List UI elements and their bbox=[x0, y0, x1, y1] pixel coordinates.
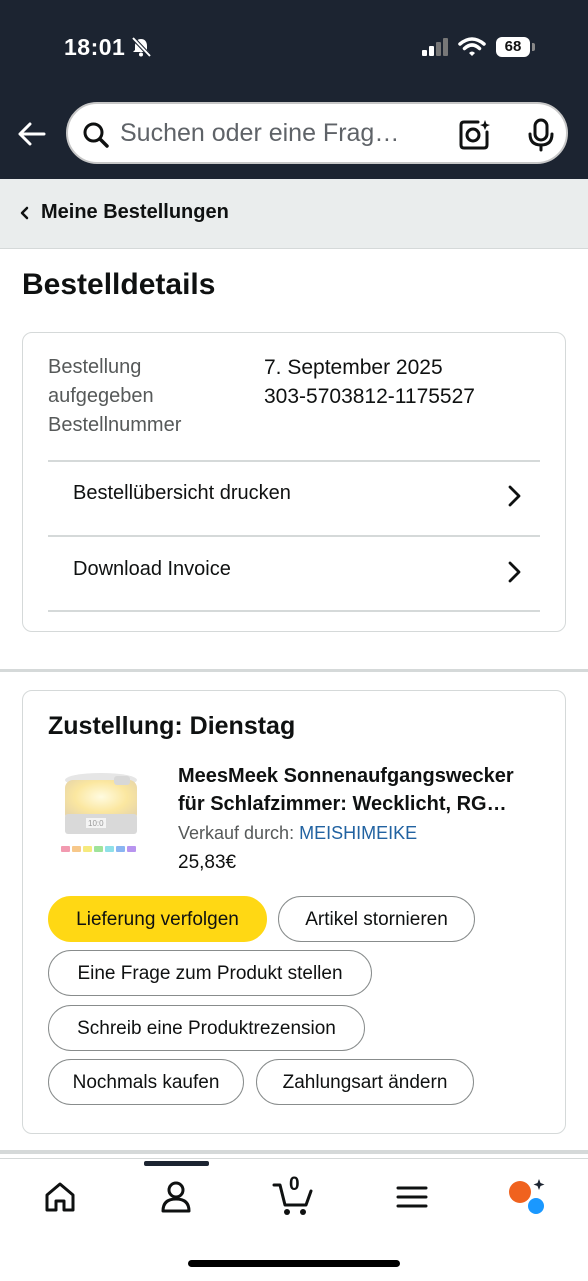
order-placed-label-2: aufgegeben bbox=[48, 385, 154, 407]
print-summary-label: Bestellübersicht drucken bbox=[73, 482, 291, 504]
chevron-left-icon bbox=[20, 206, 29, 220]
active-tab-indicator bbox=[144, 1161, 209, 1166]
battery-tip bbox=[532, 43, 535, 51]
wifi-icon bbox=[458, 37, 486, 56]
menu-icon[interactable] bbox=[392, 1177, 432, 1217]
cancel-item-button[interactable]: Artikel stornieren bbox=[278, 896, 475, 942]
chevron-right-icon bbox=[508, 485, 521, 507]
silent-bell-icon bbox=[131, 36, 152, 58]
product-title[interactable]: MeesMeek Sonnenaufgangswecker für Schlaf… bbox=[178, 762, 548, 818]
download-invoice-label: Download Invoice bbox=[73, 558, 231, 580]
product-title-line-1: MeesMeek Sonnenaufgangswecker bbox=[178, 765, 514, 787]
microphone-icon[interactable] bbox=[526, 118, 556, 152]
download-invoice-link[interactable]: Download Invoice bbox=[48, 536, 540, 608]
order-number-label: Bestellnummer bbox=[48, 414, 182, 436]
seller-info: Verkauf durch: MEISHIMEIKE bbox=[178, 823, 417, 844]
search-bar[interactable]: Suchen oder eine Frag… bbox=[66, 102, 568, 164]
section-divider bbox=[0, 1150, 588, 1154]
status-time: 18:01 bbox=[64, 34, 126, 60]
svg-text:10:0: 10:0 bbox=[88, 819, 104, 828]
search-input[interactable]: Suchen oder eine Frag… bbox=[120, 104, 440, 162]
account-icon[interactable] bbox=[156, 1177, 196, 1217]
signal-icon bbox=[422, 38, 448, 56]
product-price: 25,83€ bbox=[178, 852, 237, 873]
seller-prefix: Verkauf durch: bbox=[178, 823, 300, 843]
ask-question-button[interactable]: Eine Frage zum Produkt stellen bbox=[48, 950, 372, 996]
chevron-right-icon bbox=[508, 561, 521, 583]
change-payment-button[interactable]: Zahlungsart ändern bbox=[256, 1059, 474, 1105]
print-summary-link[interactable]: Bestellübersicht drucken bbox=[48, 460, 540, 532]
product-title-line-2: für Schlafzimmer: Wecklicht, RG… bbox=[178, 793, 507, 815]
home-indicator bbox=[188, 1260, 400, 1267]
breadcrumb[interactable]: Meine Bestellungen bbox=[0, 179, 588, 249]
cart-count-badge: 0 bbox=[289, 1174, 300, 1195]
rufus-icon[interactable] bbox=[506, 1177, 548, 1217]
battery-indicator: 68 bbox=[496, 37, 530, 57]
home-icon[interactable] bbox=[40, 1177, 80, 1217]
track-delivery-button[interactable]: Lieferung verfolgen bbox=[48, 896, 267, 942]
back-arrow-icon[interactable] bbox=[16, 118, 48, 150]
write-review-button[interactable]: Schreib eine Produktrezension bbox=[48, 1005, 365, 1051]
page-title: Bestelldetails bbox=[22, 268, 216, 301]
buy-again-button[interactable]: Nochmals kaufen bbox=[48, 1059, 244, 1105]
divider bbox=[48, 610, 540, 612]
order-placed-label-1: Bestellung bbox=[48, 356, 142, 378]
camera-search-icon[interactable] bbox=[458, 118, 492, 152]
order-number: 303-5703812-1175527 bbox=[264, 385, 475, 408]
seller-link[interactable]: MEISHIMEIKE bbox=[299, 823, 417, 843]
delivery-title: Zustellung: Dienstag bbox=[48, 712, 296, 740]
order-date: 7. September 2025 bbox=[264, 356, 443, 379]
breadcrumb-label[interactable]: Meine Bestellungen bbox=[41, 201, 229, 224]
section-divider bbox=[0, 669, 588, 672]
product-image[interactable]: 10:0 bbox=[58, 770, 144, 858]
search-icon bbox=[83, 122, 109, 148]
